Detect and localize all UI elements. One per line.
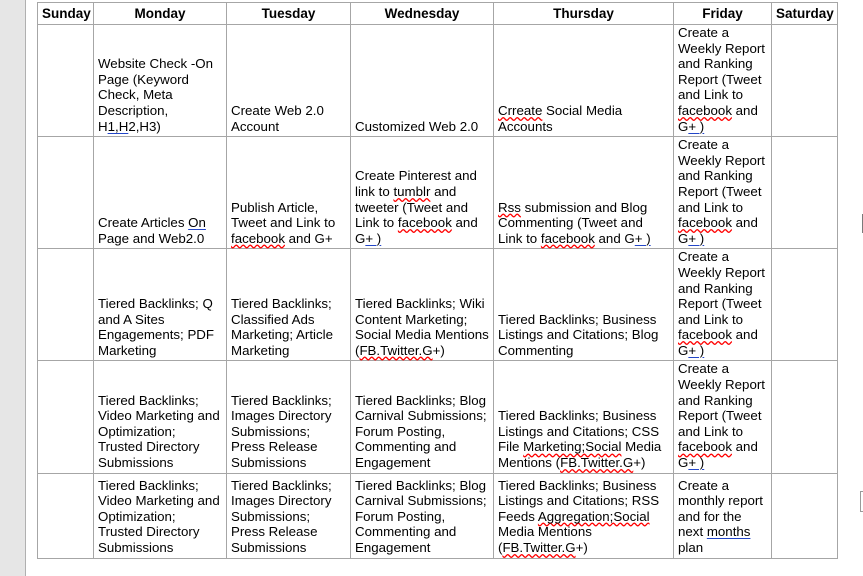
cell-week1-monday[interactable]: Website Check -On Page (Keyword Check, M…	[93, 23, 227, 138]
cell-week1-friday[interactable]: Create a Weekly Report and Ranking Repor…	[673, 23, 772, 138]
cell-week2-tuesday[interactable]: Publish Article, Tweet and Link to faceb…	[226, 136, 351, 250]
cell-week1-thursday[interactable]: Crreate Social Media Accounts	[493, 23, 674, 138]
cell-week2-sunday[interactable]	[37, 136, 94, 250]
cell-week3-sunday[interactable]	[37, 248, 94, 362]
column-header-thursday: Thursday	[493, 2, 674, 25]
table-header-row: Sunday Monday Tuesday Wednesday Thursday…	[37, 2, 838, 25]
column-header-tuesday: Tuesday	[226, 2, 351, 25]
cell-week5-saturday[interactable]	[771, 472, 838, 559]
cell-week4-friday[interactable]: Create a Weekly Report and Ranking Repor…	[673, 360, 772, 474]
cell-week3-thursday[interactable]: Tiered Backlinks; Business Listings and …	[493, 248, 674, 362]
cell-week5-friday[interactable]: Create a monthly report and for the next…	[673, 472, 772, 559]
cell-week4-monday[interactable]: Tiered Backlinks; Video Marketing and Op…	[93, 360, 227, 474]
column-header-saturday: Saturday	[771, 2, 838, 25]
document-page: Sunday Monday Tuesday Wednesday Thursday…	[25, 0, 863, 576]
table-row: Tiered Backlinks; Q and A Sites Engageme…	[37, 248, 838, 362]
cell-week3-wednesday[interactable]: Tiered Backlinks; Wiki Content Marketing…	[350, 248, 494, 362]
cell-week4-tuesday[interactable]: Tiered Backlinks; Images Directory Submi…	[226, 360, 351, 474]
cell-week2-monday[interactable]: Create Articles On Page and Web2.0	[93, 136, 227, 250]
seo-task-calendar-table: Sunday Monday Tuesday Wednesday Thursday…	[37, 2, 838, 559]
cell-week3-saturday[interactable]	[771, 248, 838, 362]
cell-week1-sunday[interactable]	[37, 23, 94, 138]
column-header-sunday: Sunday	[37, 2, 94, 25]
cell-week4-wednesday[interactable]: Tiered Backlinks; Blog Carnival Submissi…	[350, 360, 494, 474]
cell-week5-wednesday[interactable]: Tiered Backlinks; Blog Carnival Submissi…	[350, 472, 494, 559]
cell-week4-thursday[interactable]: Tiered Backlinks; Business Listings and …	[493, 360, 674, 474]
cell-week5-tuesday[interactable]: Tiered Backlinks; Images Directory Submi…	[226, 472, 351, 559]
cell-week2-thursday[interactable]: Rss submission and Blog Commenting (Twee…	[493, 136, 674, 250]
cell-week5-sunday[interactable]	[37, 472, 94, 559]
cell-week4-saturday[interactable]	[771, 360, 838, 474]
cell-week2-wednesday[interactable]: Create Pinterest and link to tumblr and …	[350, 136, 494, 250]
cell-week1-saturday[interactable]	[771, 23, 838, 138]
table-row: Create Articles On Page and Web2.0 Publi…	[37, 136, 838, 250]
cell-week5-thursday[interactable]: Tiered Backlinks; Business Listings and …	[493, 472, 674, 559]
column-header-friday: Friday	[673, 2, 772, 25]
cell-week2-saturday[interactable]	[771, 136, 838, 250]
column-header-monday: Monday	[93, 2, 227, 25]
table-row: Website Check -On Page (Keyword Check, M…	[37, 23, 838, 138]
cell-week3-friday[interactable]: Create a Weekly Report and Ranking Repor…	[673, 248, 772, 362]
cell-week3-monday[interactable]: Tiered Backlinks; Q and A Sites Engageme…	[93, 248, 227, 362]
cell-week4-sunday[interactable]	[37, 360, 94, 474]
column-header-wednesday: Wednesday	[350, 2, 494, 25]
table-row: Tiered Backlinks; Video Marketing and Op…	[37, 472, 838, 559]
cell-week3-tuesday[interactable]: Tiered Backlinks; Classified Ads Marketi…	[226, 248, 351, 362]
cell-week1-tuesday[interactable]: Create Web 2.0 Account	[226, 23, 351, 138]
table-row: Tiered Backlinks; Video Marketing and Op…	[37, 360, 838, 474]
cell-week1-wednesday[interactable]: Customized Web 2.0	[350, 23, 494, 138]
cell-week2-friday[interactable]: Create a Weekly Report and Ranking Repor…	[673, 136, 772, 250]
cell-week5-monday[interactable]: Tiered Backlinks; Video Marketing and Op…	[93, 472, 227, 559]
